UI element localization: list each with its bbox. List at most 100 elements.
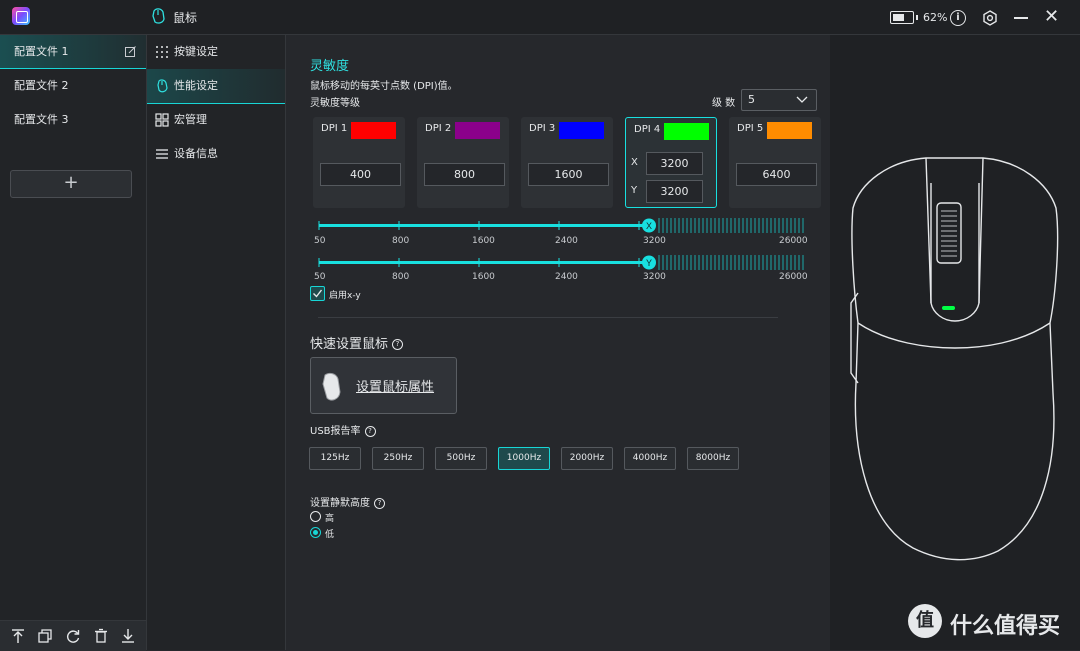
lod-title-text: 设置静默高度	[310, 498, 370, 509]
mouse-icon	[322, 372, 341, 401]
nav-label: 按键设定	[174, 45, 218, 58]
divider	[318, 317, 778, 318]
dpi-y-slider[interactable]: Y	[316, 253, 808, 273]
enable-xy-label: 启用x-y	[329, 291, 361, 301]
level-count-select[interactable]: 5	[741, 89, 817, 111]
dpi-label: DPI 5	[737, 123, 764, 134]
slider-tick-label: 3200	[643, 236, 666, 246]
title-bar: 鼠标 62% i ✕	[0, 0, 1080, 35]
checkmark-icon	[313, 289, 323, 298]
profile-toolbar	[0, 620, 146, 651]
nav-item-device-info[interactable]: 设备信息	[147, 137, 285, 171]
dpi-color-swatch[interactable]	[455, 122, 500, 139]
dpi-x-label: X	[631, 157, 638, 168]
dpi-label: DPI 1	[321, 123, 348, 134]
profile-label: 配置文件 3	[14, 113, 69, 126]
mouse-preview-panel	[830, 35, 1080, 650]
dpi-value-input[interactable]: 400	[320, 163, 401, 186]
help-icon[interactable]: ?	[374, 497, 385, 509]
sensitivity-description: 鼠标移动的每英寸点数 (DPI)值。	[310, 81, 458, 92]
dpi-card-5[interactable]: DPI 5 6400	[729, 117, 821, 208]
profile-label: 配置文件 1	[14, 45, 69, 58]
rate-button-4000[interactable]: 4000Hz	[624, 447, 676, 470]
mouse-icon	[152, 8, 165, 24]
rate-button-125[interactable]: 125Hz	[309, 447, 361, 470]
rate-button-1000[interactable]: 1000Hz	[498, 447, 550, 470]
sensitivity-levels-label: 灵敏度等级	[310, 98, 360, 109]
add-profile-button[interactable]: +	[10, 170, 132, 198]
battery-percent: 62%	[923, 11, 948, 24]
lod-high-label: 高	[325, 514, 335, 524]
dpi-card-4[interactable]: DPI 4 X 3200 Y 3200	[625, 117, 717, 208]
minimize-icon[interactable]	[1014, 17, 1028, 19]
enable-xy-checkbox[interactable]	[310, 286, 325, 301]
slider-tick-label: 800	[392, 236, 410, 246]
dpi-color-swatch[interactable]	[351, 122, 396, 139]
profile-item-3[interactable]: 配置文件 3	[0, 103, 146, 137]
slider-tick-label: 2400	[555, 272, 578, 282]
quick-setup-title-text: 快速设置鼠标	[310, 337, 389, 352]
watermark-logo-icon: 值	[908, 604, 942, 638]
rate-button-2000[interactable]: 2000Hz	[561, 447, 613, 470]
lod-low-radio[interactable]	[310, 527, 321, 538]
slider-tick-label: 26000	[779, 236, 808, 246]
rate-button-8000[interactable]: 8000Hz	[687, 447, 739, 470]
level-count-label: 级 数	[712, 98, 736, 109]
dpi-value-input[interactable]: 1600	[528, 163, 609, 186]
dpi-label: DPI 3	[529, 123, 556, 134]
dpi-label: DPI 4	[634, 124, 661, 135]
list-icon	[156, 149, 168, 159]
import-icon[interactable]	[120, 628, 136, 644]
rate-button-500[interactable]: 500Hz	[435, 447, 487, 470]
export-icon[interactable]	[10, 628, 26, 644]
lod-high-radio[interactable]	[310, 511, 321, 522]
nav-item-key-settings[interactable]: 按键设定	[147, 35, 285, 69]
nav-item-macro[interactable]: 宏管理	[147, 103, 285, 137]
rate-button-250[interactable]: 250Hz	[372, 447, 424, 470]
info-icon[interactable]: i	[950, 10, 966, 26]
reset-icon[interactable]	[65, 628, 81, 644]
slider-tick-label: 3200	[643, 272, 666, 282]
dpi-color-swatch[interactable]	[664, 123, 709, 140]
dpi-y-label: Y	[631, 185, 638, 196]
slider-tick-label: 26000	[779, 272, 808, 282]
set-mouse-properties-button[interactable]: 设置鼠标属性	[310, 357, 457, 414]
dpi-value-input[interactable]: 6400	[736, 163, 817, 186]
dpi-color-swatch[interactable]	[559, 122, 604, 139]
watermark-text: 什么值得买	[950, 614, 1061, 639]
chevron-down-icon	[796, 96, 808, 103]
copy-icon[interactable]	[37, 628, 53, 644]
dpi-value-input[interactable]: 800	[424, 163, 505, 186]
mouse-outline-image	[850, 157, 1059, 561]
nav-item-performance[interactable]: 性能设定	[147, 69, 285, 104]
grid-dots-icon	[156, 46, 168, 58]
slider-tick-label: 50	[314, 236, 326, 246]
help-icon[interactable]: ?	[364, 425, 376, 437]
dpi-x-slider[interactable]: X	[316, 216, 808, 236]
dpi-card-1[interactable]: DPI 1 400	[313, 117, 405, 208]
slider-tick-label: 1600	[472, 272, 495, 282]
lod-low-label: 低	[325, 530, 335, 540]
dpi-x-input[interactable]: 3200	[646, 152, 703, 175]
help-icon[interactable]: ?	[392, 339, 404, 350]
profile-item-1[interactable]: 配置文件 1	[0, 35, 146, 69]
profile-item-2[interactable]: 配置文件 2	[0, 69, 146, 103]
slider-tick-label: 800	[392, 272, 410, 282]
dpi-indicator-led	[942, 306, 955, 310]
close-icon[interactable]: ✕	[1044, 8, 1059, 26]
slider-tick-label: 1600	[472, 236, 495, 246]
app-logo-icon	[12, 7, 30, 25]
dpi-card-2[interactable]: DPI 2 800	[417, 117, 509, 208]
dpi-card-3[interactable]: DPI 3 1600	[521, 117, 613, 208]
nav-label: 宏管理	[174, 113, 207, 126]
gear-icon[interactable]	[982, 10, 998, 26]
edit-icon[interactable]	[125, 46, 136, 57]
dpi-color-swatch[interactable]	[767, 122, 812, 139]
dpi-y-input[interactable]: 3200	[646, 180, 703, 203]
level-count-value: 5	[748, 93, 755, 106]
slider-handle-label: Y	[646, 258, 652, 268]
profile-label: 配置文件 2	[14, 79, 69, 92]
delete-icon[interactable]	[93, 628, 109, 644]
battery-icon	[890, 11, 918, 24]
dpi-label: DPI 2	[425, 123, 452, 134]
